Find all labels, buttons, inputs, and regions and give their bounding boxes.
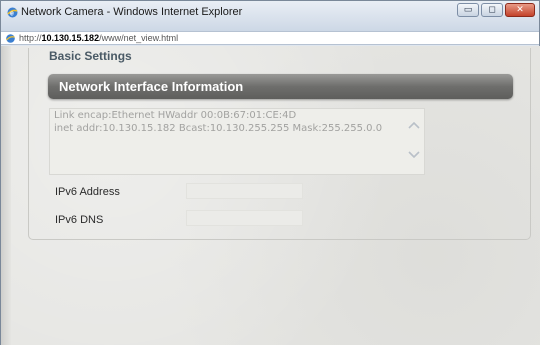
ipv6-address-field[interactable] bbox=[186, 183, 303, 199]
chevron-down-icon[interactable] bbox=[408, 149, 420, 161]
minimize-button[interactable]: ▭ bbox=[457, 3, 479, 17]
section-header-text: Network Interface Information bbox=[59, 79, 244, 94]
address-bar[interactable]: http://10.130.15.182/www/net_view.html bbox=[1, 31, 539, 45]
ipv6-dns-field[interactable] bbox=[186, 210, 303, 226]
section-header-bar: Network Interface Information bbox=[48, 74, 513, 99]
info-line-inet: inet addr:10.130.15.182 Bcast:10.130.255… bbox=[54, 123, 383, 134]
url-path: /www/net_view.html bbox=[99, 33, 179, 43]
url-scheme: http:// bbox=[19, 33, 42, 43]
window-controls: ▭ ◻ ✕ bbox=[457, 3, 535, 17]
section-title: Basic Settings bbox=[49, 49, 132, 63]
ipv6-dns-label: IPv6 DNS bbox=[55, 214, 104, 226]
ie-page-icon bbox=[4, 32, 16, 44]
browser-window: e Network Camera - Windows Internet Expl… bbox=[0, 0, 540, 345]
chevron-up-icon[interactable] bbox=[408, 119, 420, 131]
ipv6-address-label: IPv6 Address bbox=[55, 186, 120, 198]
window-title: Network Camera - Windows Internet Explor… bbox=[21, 6, 243, 18]
close-button[interactable]: ✕ bbox=[505, 3, 535, 17]
svg-text:e: e bbox=[10, 10, 14, 17]
ie-icon: e bbox=[5, 5, 19, 19]
url-host: 10.130.15.182 bbox=[41, 33, 100, 43]
network-info-textarea[interactable]: Link encap:Ethernet HWaddr 00:0B:67:01:C… bbox=[49, 108, 425, 175]
maximize-button[interactable]: ◻ bbox=[481, 3, 503, 17]
title-bar[interactable]: e Network Camera - Windows Internet Expl… bbox=[1, 1, 539, 31]
page-content: Basic Settings Network Interface Informa… bbox=[1, 46, 540, 345]
left-edge-shadow bbox=[1, 46, 11, 345]
info-line-link: Link encap:Ethernet HWaddr 00:0B:67:01:C… bbox=[54, 110, 297, 121]
address-url[interactable]: http://10.130.15.182/www/net_view.html bbox=[19, 33, 178, 43]
